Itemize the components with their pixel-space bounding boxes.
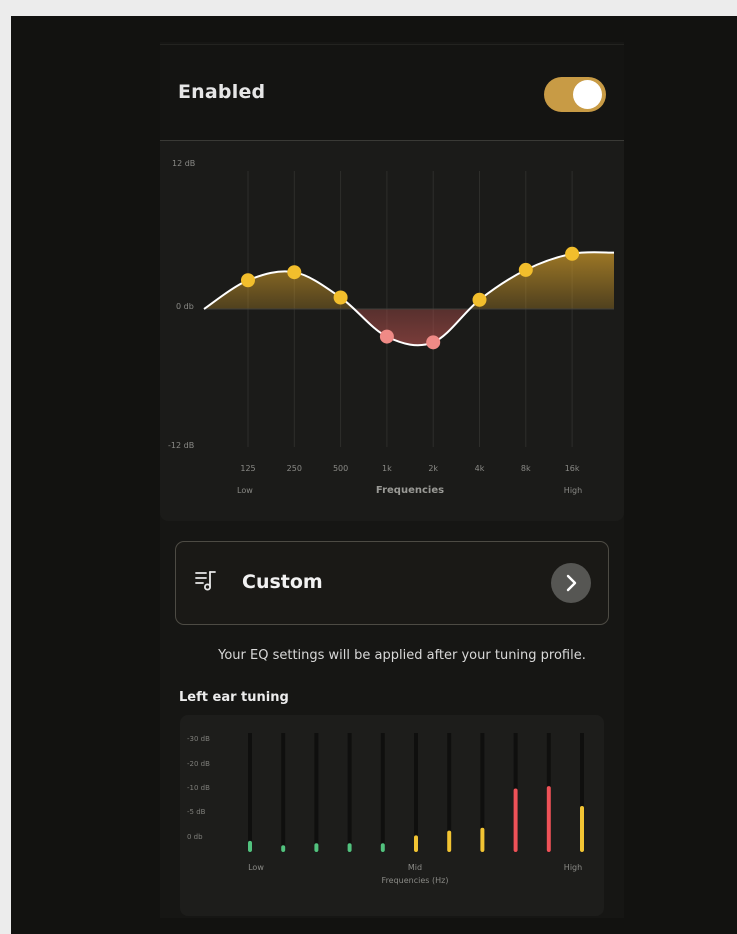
eq-frequency-label: 125 bbox=[240, 464, 255, 473]
eq-band-handle[interactable] bbox=[241, 273, 255, 288]
eq-range-high: High bbox=[564, 486, 582, 495]
tune-y-label: 0 db bbox=[187, 833, 203, 841]
eq-y-label-bottom: -12 dB bbox=[168, 441, 194, 450]
eq-range-low: Low bbox=[237, 486, 253, 495]
eq-chart-card: 12 dB 0 db -12 dB 125 250 500 1k 2k 4k 8k 16k L… bbox=[160, 141, 624, 521]
tune-bar-track bbox=[281, 733, 286, 852]
tune-bar bbox=[347, 843, 352, 852]
eq-band-handle[interactable] bbox=[426, 335, 441, 350]
eq-axis-title: Frequencies bbox=[376, 485, 444, 496]
eq-frequency-label: 1k bbox=[382, 464, 392, 473]
eq-band-handle[interactable] bbox=[472, 292, 487, 307]
enabled-label: Enabled bbox=[178, 81, 266, 103]
eq-band-handle[interactable] bbox=[565, 246, 580, 261]
tune-bar bbox=[480, 827, 485, 852]
eq-y-label-zero: 0 db bbox=[176, 302, 194, 311]
eq-note: Your EQ settings will be applied after y… bbox=[218, 648, 586, 663]
tune-bar bbox=[546, 786, 551, 852]
tune-bar bbox=[414, 835, 418, 852]
tune-bar bbox=[580, 805, 584, 852]
tune-x-high: High bbox=[564, 863, 582, 872]
tune-bar bbox=[447, 830, 452, 852]
eq-y-label-top: 12 dB bbox=[172, 159, 195, 168]
tune-y-label: -10 dB bbox=[187, 784, 210, 792]
enabled-row: Enabled bbox=[160, 45, 624, 140]
tune-bar bbox=[314, 843, 319, 852]
tune-x-mid: Mid bbox=[408, 863, 422, 872]
eq-frequency-label: 2k bbox=[428, 464, 438, 473]
eq-band-handle[interactable] bbox=[518, 262, 533, 277]
left-ear-bar-chart: -30 dB -20 dB -10 dB -5 dB 0 db Low Mid Freq… bbox=[187, 733, 584, 885]
preset-label: Custom bbox=[242, 571, 323, 593]
tune-y-label: -20 dB bbox=[187, 760, 210, 768]
music-list-icon bbox=[195, 571, 216, 591]
eq-band-handle[interactable] bbox=[333, 290, 348, 305]
tune-bar bbox=[248, 840, 252, 852]
tune-bar-track bbox=[380, 733, 385, 852]
left-ear-title: Left ear tuning bbox=[179, 690, 289, 705]
preset-chevron-button[interactable] bbox=[551, 563, 591, 603]
eq-frequency-label: 250 bbox=[287, 464, 302, 473]
eq-frequency-label: 16k bbox=[565, 464, 580, 473]
chevron-right-icon bbox=[566, 574, 577, 592]
tune-bar-track bbox=[414, 733, 418, 852]
tune-bar bbox=[281, 845, 286, 852]
tune-bar-track bbox=[248, 733, 252, 852]
tune-x-title: Frequencies (Hz) bbox=[382, 876, 449, 885]
tune-y-label: -30 dB bbox=[187, 735, 210, 743]
eq-frequency-label: 8k bbox=[521, 464, 531, 473]
enabled-toggle[interactable] bbox=[544, 77, 606, 112]
eq-frequency-label: 4k bbox=[475, 464, 485, 473]
eq-frequency-label: 500 bbox=[333, 464, 348, 473]
tune-x-low: Low bbox=[248, 863, 264, 872]
tune-bar bbox=[380, 843, 385, 852]
tune-bar bbox=[513, 788, 518, 852]
eq-preset-selector[interactable]: Custom bbox=[175, 541, 609, 625]
eq-band-handle[interactable] bbox=[287, 265, 302, 280]
tune-bar-track bbox=[347, 733, 352, 852]
eq-curve-chart[interactable]: 12 dB 0 db -12 dB 125 250 500 1k 2k 4k 8k 16k L… bbox=[160, 141, 624, 521]
tune-y-label: -5 dB bbox=[187, 808, 206, 816]
left-ear-chart-card: -30 dB -20 dB -10 dB -5 dB 0 db Low Mid Freq… bbox=[180, 715, 604, 916]
eq-band-handle[interactable] bbox=[379, 329, 394, 344]
tune-bar-track bbox=[314, 733, 319, 852]
toggle-knob bbox=[573, 80, 602, 109]
